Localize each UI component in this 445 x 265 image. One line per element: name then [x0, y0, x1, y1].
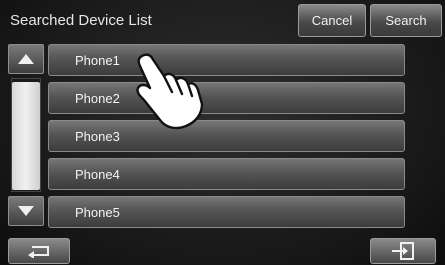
- scroll-down-button[interactable]: [8, 196, 44, 226]
- device-item-phone3[interactable]: Phone3: [48, 120, 405, 152]
- page-title: Searched Device List: [10, 12, 152, 29]
- search-button[interactable]: Search: [370, 4, 442, 37]
- device-item-phone4[interactable]: Phone4: [48, 158, 405, 190]
- exit-door-icon: [392, 242, 414, 260]
- exit-button[interactable]: [370, 238, 436, 264]
- device-item-phone2[interactable]: Phone2: [48, 82, 405, 114]
- tap-hand-icon: [136, 53, 204, 130]
- cancel-button[interactable]: Cancel: [298, 4, 366, 37]
- device-item-phone1[interactable]: Phone1: [48, 44, 405, 76]
- scroll-up-button[interactable]: [8, 44, 44, 74]
- up-arrow-icon: [18, 54, 34, 64]
- device-item-phone5[interactable]: Phone5: [48, 196, 405, 228]
- scroll-thumb[interactable]: [12, 82, 40, 190]
- return-arrow-icon: [28, 246, 49, 258]
- down-arrow-icon: [18, 206, 34, 216]
- scrollbar: [8, 44, 44, 228]
- back-button[interactable]: [8, 238, 70, 264]
